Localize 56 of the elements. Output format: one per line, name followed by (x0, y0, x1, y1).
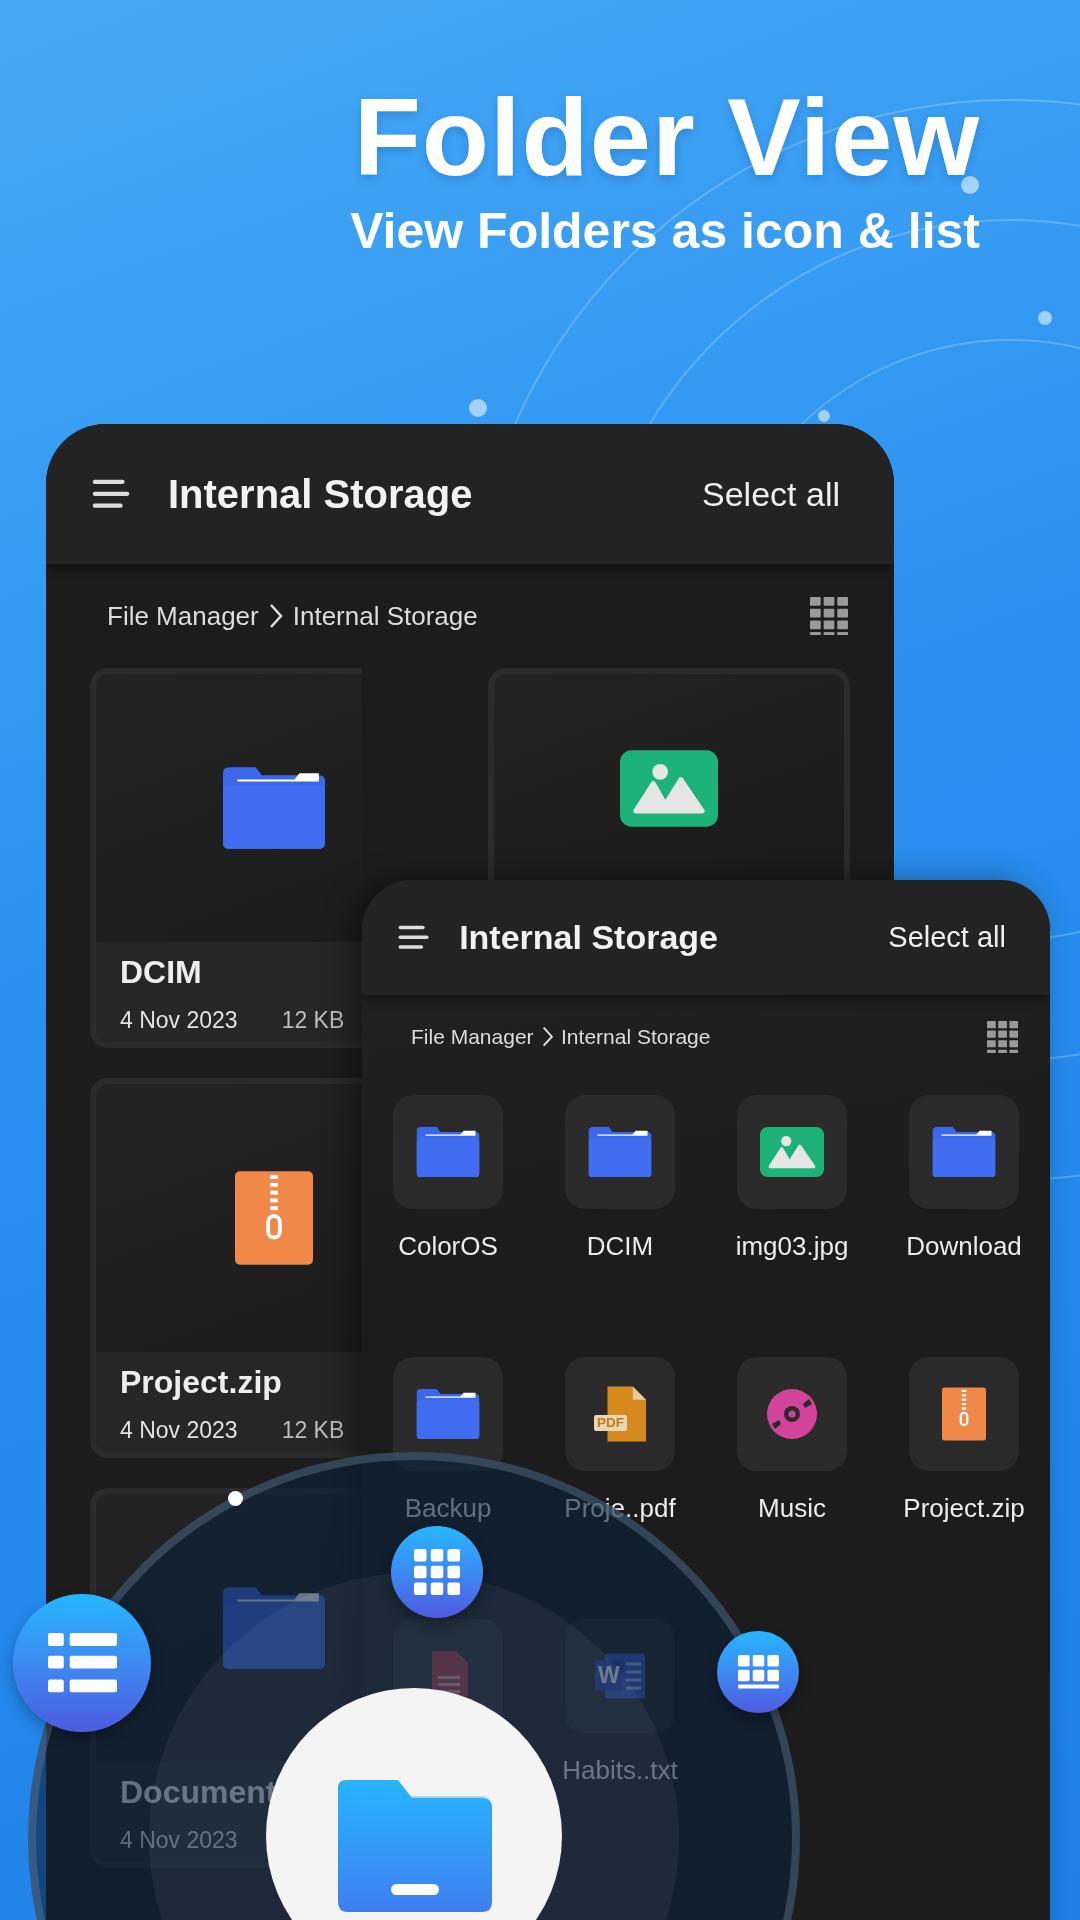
file-tile[interactable] (393, 1357, 503, 1471)
file-tile[interactable] (737, 1095, 847, 1209)
file-name: Backup (404, 1493, 492, 1524)
select-all-button[interactable]: Select all (888, 921, 1006, 954)
file-date: 4 Nov 2023 (120, 1827, 238, 1854)
zip-file-icon (942, 1387, 986, 1441)
select-all-button[interactable]: Select all (702, 474, 840, 514)
folder-icon (932, 1127, 996, 1177)
file-tile[interactable] (737, 1357, 847, 1471)
grid-icon (414, 1549, 460, 1595)
subheadline: View Folders as icon & list (350, 202, 980, 261)
file-name: Proje..pdf (564, 1493, 676, 1524)
folder-icon (223, 1587, 325, 1669)
file-name: DCIM (586, 1231, 654, 1262)
headline: Folder View (353, 76, 980, 197)
file-name: Project.zip (120, 1364, 283, 1401)
chevron-right-icon (268, 603, 283, 629)
breadcrumb-link[interactable]: Internal Storage (292, 600, 478, 632)
file-name: DCIM (120, 954, 203, 991)
file-name: Project.zip (903, 1493, 1025, 1524)
image-icon (620, 750, 718, 827)
file-date: 4 Nov 2023 (120, 1007, 238, 1034)
file-name: Download (906, 1231, 1022, 1262)
grid-view-icon[interactable] (810, 596, 848, 636)
image-icon (760, 1127, 824, 1177)
file-tile[interactable] (909, 1095, 1019, 1209)
breadcrumb-link[interactable]: Internal Storage (561, 1025, 711, 1049)
breadcrumb-link[interactable]: File Manager (411, 1025, 534, 1049)
list-icon (47, 1633, 117, 1693)
zip-file-icon (235, 1171, 313, 1265)
file-name: Music (758, 1493, 826, 1524)
file-tile[interactable] (565, 1095, 675, 1209)
file-date: 4 Nov 2023 (120, 1417, 238, 1444)
file-tile[interactable] (393, 1095, 503, 1209)
menu-icon[interactable] (92, 479, 130, 509)
file-tile[interactable] (909, 1357, 1019, 1471)
file-name: Habits..txt (562, 1755, 678, 1786)
file-name: ColorOS (398, 1231, 498, 1262)
breadcrumb-link[interactable]: File Manager (107, 600, 259, 632)
folder-icon (416, 1127, 480, 1177)
folder-icon (223, 767, 325, 849)
folder-icon (588, 1127, 652, 1177)
file-name: img03.jpg (735, 1231, 849, 1262)
folder-icon (416, 1389, 480, 1439)
screen-title: Internal Storage (168, 471, 473, 517)
file-card[interactable]: DCIM 4 Nov 2023 12 KB (90, 668, 362, 1048)
menu-icon[interactable] (398, 925, 430, 950)
file-size: 12 KB (281, 1007, 345, 1034)
music-disc-icon (767, 1389, 817, 1439)
file-card[interactable]: Project.zip 4 Nov 2023 12 KB (90, 1078, 362, 1458)
grid-view-icon[interactable] (986, 1021, 1018, 1053)
file-size: 12 KB (281, 1417, 345, 1444)
file-card[interactable] (488, 668, 850, 880)
chevron-right-icon (541, 1026, 554, 1048)
screen-title: Internal Storage (459, 918, 718, 957)
table-icon (737, 1655, 779, 1689)
